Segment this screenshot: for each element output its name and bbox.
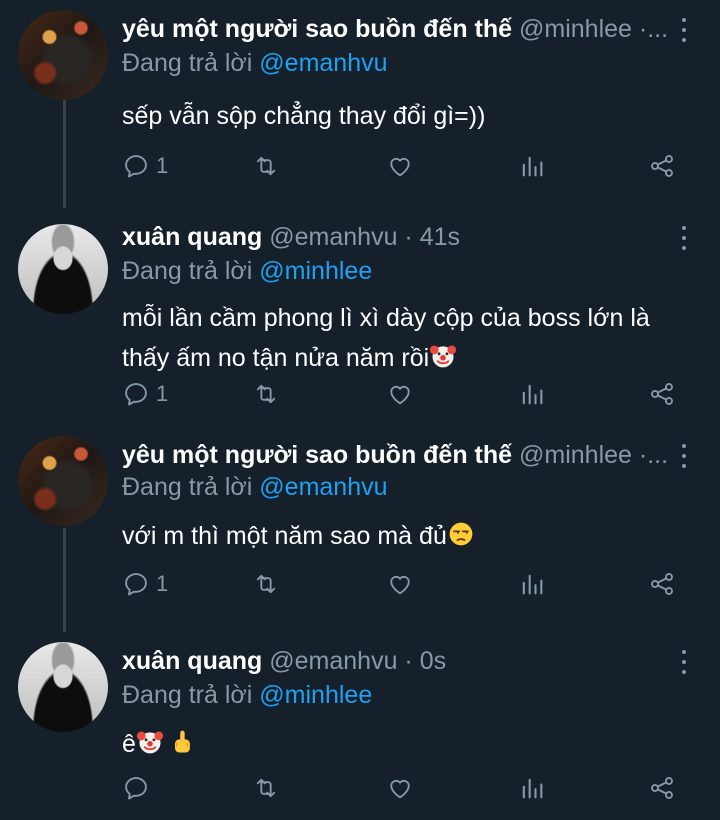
reply-icon bbox=[122, 570, 150, 598]
clown-face-emoji bbox=[429, 342, 457, 370]
tweet-text: mỗi lần cầm phong lì xì dày cộp của boss… bbox=[122, 304, 650, 372]
stats-button[interactable] bbox=[518, 150, 546, 182]
reply-button[interactable]: 1 bbox=[122, 378, 168, 410]
tweet-header: xuân quang @emanhvu · 41s bbox=[122, 222, 672, 252]
unamused-face-emoji bbox=[447, 520, 475, 548]
mention-link[interactable]: @minhlee bbox=[259, 681, 372, 709]
stats-icon bbox=[518, 774, 546, 802]
tweet[interactable]: xuân quang @emanhvu · 41s Đang trả lời @… bbox=[0, 208, 720, 432]
avatar[interactable] bbox=[18, 10, 108, 100]
share-button[interactable] bbox=[648, 568, 676, 600]
retweet-icon bbox=[252, 380, 280, 408]
mention-link[interactable]: @emanhvu bbox=[259, 473, 387, 501]
tweet-header: xuân quang @emanhvu · 0s bbox=[122, 646, 672, 676]
retweet-icon bbox=[252, 152, 280, 180]
reply-icon bbox=[122, 774, 150, 802]
share-button[interactable] bbox=[648, 150, 676, 182]
tweet-text: với m thì một năm sao mà đủ bbox=[122, 516, 690, 556]
display-name[interactable]: yêu một người sao buồn đến thế bbox=[122, 15, 512, 43]
retweet-button[interactable] bbox=[252, 150, 280, 182]
like-icon bbox=[386, 774, 414, 802]
replying-to: Đang trả lời @emanhvu bbox=[122, 473, 388, 501]
handle-and-time: @emanhvu · 41s bbox=[269, 223, 460, 251]
replying-to: Đang trả lời @minhlee bbox=[122, 681, 373, 709]
reply-count: 1 bbox=[156, 153, 169, 178]
more-icon[interactable] bbox=[678, 650, 690, 674]
tweet-header: yêu một người sao buồn đến thế @minhlee … bbox=[122, 440, 672, 470]
avatar[interactable] bbox=[18, 642, 108, 732]
action-bar: 1 bbox=[122, 150, 682, 182]
reply-button[interactable]: 1 bbox=[122, 150, 168, 182]
reply-icon bbox=[122, 152, 150, 180]
display-name[interactable]: xuân quang bbox=[122, 647, 262, 675]
tweet-text: sếp vẫn sộp chẳng thay đổi gì=)) bbox=[122, 102, 486, 130]
retweet-icon bbox=[252, 774, 280, 802]
tweet[interactable]: xuân quang @emanhvu · 0s Đang trả lời @m… bbox=[0, 632, 720, 820]
like-icon bbox=[386, 152, 414, 180]
like-button[interactable] bbox=[386, 378, 414, 410]
stats-icon bbox=[518, 570, 546, 598]
clown-face-emoji bbox=[136, 728, 164, 756]
tweet-header: yêu một người sao buồn đến thế @minhlee … bbox=[122, 14, 672, 44]
reply-count: 1 bbox=[156, 381, 169, 406]
mention-link[interactable]: @emanhvu bbox=[259, 49, 387, 77]
retweet-button[interactable] bbox=[252, 378, 280, 410]
thread-line bbox=[63, 100, 66, 208]
stats-icon bbox=[518, 152, 546, 180]
share-icon bbox=[648, 152, 676, 180]
like-button[interactable] bbox=[386, 568, 414, 600]
middle-finger-emoji bbox=[168, 728, 196, 756]
stats-button[interactable] bbox=[518, 378, 546, 410]
stats-button[interactable] bbox=[518, 568, 546, 600]
reply-button[interactable]: 1 bbox=[122, 568, 168, 600]
stats-icon bbox=[518, 380, 546, 408]
like-button[interactable] bbox=[386, 772, 414, 804]
tweet[interactable]: yêu một người sao buồn đến thế @minhlee … bbox=[0, 0, 720, 208]
reply-thread: yêu một người sao buồn đến thế @minhlee … bbox=[0, 0, 720, 820]
like-icon bbox=[386, 380, 414, 408]
reply-count: 1 bbox=[156, 571, 169, 596]
display-name[interactable]: xuân quang bbox=[122, 223, 262, 251]
like-button[interactable] bbox=[386, 150, 414, 182]
handle-and-time: @minhlee ·... bbox=[519, 441, 669, 469]
retweet-button[interactable] bbox=[252, 772, 280, 804]
more-icon[interactable] bbox=[678, 18, 690, 42]
action-bar: 1 bbox=[122, 568, 682, 600]
more-icon[interactable] bbox=[678, 226, 690, 250]
retweet-icon bbox=[252, 570, 280, 598]
retweet-button[interactable] bbox=[252, 568, 280, 600]
replying-to: Đang trả lời @emanhvu bbox=[122, 49, 388, 77]
handle-and-time: @minhlee ·... bbox=[519, 15, 669, 43]
replying-to: Đang trả lời @minhlee bbox=[122, 257, 373, 285]
reply-button[interactable] bbox=[122, 772, 150, 804]
like-icon bbox=[386, 570, 414, 598]
action-bar bbox=[122, 772, 682, 804]
avatar[interactable] bbox=[18, 436, 108, 526]
reply-icon bbox=[122, 380, 150, 408]
avatar[interactable] bbox=[18, 224, 108, 314]
share-icon bbox=[648, 774, 676, 802]
mention-link[interactable]: @minhlee bbox=[259, 257, 372, 285]
share-icon bbox=[648, 380, 676, 408]
share-button[interactable] bbox=[648, 378, 676, 410]
tweet-text: ê bbox=[122, 724, 690, 764]
handle-and-time: @emanhvu · 0s bbox=[269, 647, 447, 675]
display-name[interactable]: yêu một người sao buồn đến thế bbox=[122, 441, 512, 469]
action-bar: 1 bbox=[122, 378, 682, 410]
thread-line bbox=[63, 528, 66, 632]
tweet[interactable]: yêu một người sao buồn đến thế @minhlee … bbox=[0, 432, 720, 632]
share-button[interactable] bbox=[648, 772, 676, 804]
more-icon[interactable] bbox=[678, 444, 690, 468]
share-icon bbox=[648, 570, 676, 598]
stats-button[interactable] bbox=[518, 772, 546, 804]
